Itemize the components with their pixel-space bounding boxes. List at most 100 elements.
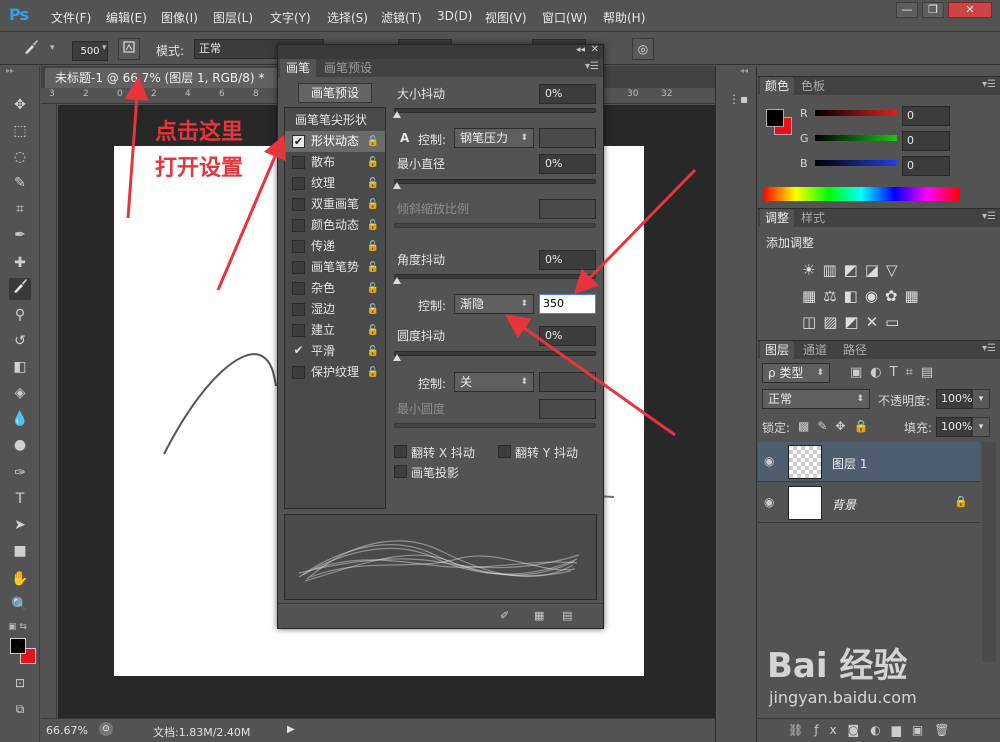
slider-thumb-icon[interactable] bbox=[393, 111, 401, 118]
size-jitter-input[interactable]: 0% bbox=[539, 84, 596, 104]
angle-jitter-input[interactable]: 0% bbox=[539, 250, 596, 270]
lock-icon[interactable]: 🔓 bbox=[367, 194, 379, 215]
close-button[interactable]: ✕ bbox=[948, 2, 992, 18]
lock-icon[interactable]: 🔓 bbox=[367, 257, 379, 278]
paint-bucket-tool-icon[interactable]: ◈ bbox=[9, 382, 31, 404]
option-color-dynamics[interactable]: 颜色动态 🔓 bbox=[285, 215, 385, 236]
lock-icon[interactable]: 🔓 bbox=[367, 362, 379, 383]
toggle-brush-panel-button[interactable] bbox=[118, 38, 140, 60]
flip-x-checkbox[interactable] bbox=[394, 445, 407, 458]
lookup-icon[interactable]: ▦ bbox=[905, 287, 926, 305]
layer-fill-input[interactable]: 100% bbox=[936, 417, 972, 437]
menu-3d[interactable]: 3D(D) bbox=[437, 9, 472, 23]
blend-mode-select[interactable]: 正常 ⬍ bbox=[762, 389, 870, 409]
quick-select-tool-icon[interactable]: ✎ bbox=[9, 172, 31, 194]
layer-row-background[interactable]: ◉ 背景 🔒 bbox=[758, 483, 980, 523]
layer-actions-icons[interactable]: ⛓ƒx◙◐▆▣🗑 bbox=[788, 723, 960, 737]
history-brush-tool-icon[interactable]: ↺ bbox=[9, 330, 31, 352]
quick-mask-icon[interactable]: ⊡ bbox=[9, 672, 31, 694]
photo-filter-icon[interactable]: ◉ bbox=[865, 287, 885, 305]
min-diameter-slider[interactable] bbox=[394, 179, 596, 184]
lock-icons[interactable]: ▩✎✥🔒 bbox=[798, 419, 876, 433]
default-colors-icon[interactable]: ▣ ⇆ bbox=[8, 622, 27, 632]
tab-color[interactable]: 颜色 bbox=[760, 77, 795, 95]
lock-icon[interactable]: 🔓 bbox=[367, 320, 379, 341]
layer-filter-select[interactable]: ρ 类型 ⬍ bbox=[762, 363, 830, 383]
channel-r-slider[interactable] bbox=[815, 110, 897, 116]
brush-tool-icon[interactable] bbox=[20, 38, 42, 60]
gradient-map-icon[interactable]: ▭ bbox=[885, 313, 906, 331]
tab-swatches[interactable]: 色板 bbox=[796, 77, 830, 95]
status-menu-arrow-icon[interactable]: ▶ bbox=[287, 724, 295, 735]
clone-stamp-tool-icon[interactable]: ⚲ bbox=[9, 304, 31, 326]
hue-icon[interactable]: ▦ bbox=[802, 287, 823, 305]
channel-g-input[interactable]: 0 bbox=[902, 131, 950, 151]
checkbox[interactable] bbox=[292, 282, 305, 295]
dock-collapse-icon[interactable]: ◂◂ bbox=[740, 66, 748, 75]
brush-picker-arrow-icon[interactable]: ▾ bbox=[102, 43, 107, 53]
fg-color-swatch-front[interactable] bbox=[766, 109, 784, 127]
size-jitter-slider[interactable] bbox=[394, 108, 596, 113]
checkbox[interactable] bbox=[292, 366, 305, 379]
lock-icon[interactable]: 🔓 bbox=[367, 173, 379, 194]
screen-mode-icon[interactable]: ⧉ bbox=[9, 698, 31, 720]
menu-filter[interactable]: 滤镜(T) bbox=[381, 9, 422, 26]
channel-g-slider[interactable] bbox=[815, 135, 897, 141]
lock-icon[interactable]: 🔓 bbox=[367, 341, 379, 362]
option-build-up[interactable]: 建立 🔓 bbox=[285, 320, 385, 341]
share-icon[interactable]: ⊙ bbox=[99, 722, 113, 736]
pen-tool-icon[interactable]: ✑ bbox=[9, 462, 31, 484]
crop-tool-icon[interactable]: ⌗ bbox=[9, 198, 31, 220]
color-spectrum-bar[interactable] bbox=[763, 187, 960, 201]
dodge-tool-icon[interactable]: ● bbox=[9, 434, 31, 456]
hand-tool-icon[interactable]: ✋ bbox=[9, 568, 31, 590]
lock-icon[interactable]: 🔓 bbox=[367, 236, 379, 257]
roundness-jitter-input[interactable]: 0% bbox=[539, 326, 596, 346]
history-panel-icon[interactable]: ⋮▪ bbox=[728, 92, 748, 112]
lock-icon[interactable]: 🔓 bbox=[367, 299, 379, 320]
checkbox[interactable] bbox=[292, 303, 305, 316]
blur-tool-icon[interactable]: 💧 bbox=[9, 408, 31, 430]
option-noise[interactable]: 杂色 🔓 bbox=[285, 278, 385, 299]
background-layer-name[interactable]: 背景 bbox=[832, 496, 856, 513]
lock-icon[interactable]: 🔓 bbox=[367, 215, 379, 236]
brush-tool-icon[interactable] bbox=[9, 278, 31, 300]
exposure-icon[interactable]: ◪ bbox=[865, 261, 886, 279]
brush-grid-icon[interactable]: ▦ bbox=[534, 609, 544, 622]
minimize-button[interactable]: — bbox=[896, 2, 918, 18]
tab-brush-presets[interactable]: 画笔预设 bbox=[318, 59, 378, 77]
lock-icon[interactable]: 🔓 bbox=[367, 131, 379, 152]
option-dual-brush[interactable]: 双重画笔 🔓 bbox=[285, 194, 385, 215]
vibrance-icon[interactable]: ▽ bbox=[886, 261, 905, 279]
checkbox-checked[interactable]: ✔ bbox=[292, 135, 305, 148]
checkbox-checked[interactable]: ✔ bbox=[292, 344, 305, 358]
control-select-1[interactable]: 钢笔压力 ⬍ bbox=[454, 128, 534, 148]
menu-image[interactable]: 图像(I) bbox=[161, 9, 198, 26]
tab-paths[interactable]: 路径 bbox=[838, 341, 872, 359]
roundness-jitter-slider[interactable] bbox=[394, 351, 596, 356]
panel-menu-icon[interactable]: ▾☰ bbox=[982, 343, 996, 354]
zoom-level[interactable]: 66.67% bbox=[46, 724, 88, 737]
tool-preset-arrow-icon[interactable]: ▾ bbox=[50, 43, 55, 53]
option-scattering[interactable]: 散布 🔓 bbox=[285, 152, 385, 173]
panel-menu-icon[interactable]: ▾☰ bbox=[982, 79, 996, 90]
tab-styles[interactable]: 样式 bbox=[796, 209, 830, 227]
menu-select[interactable]: 选择(S) bbox=[327, 9, 368, 26]
option-brush-pose[interactable]: 画笔笔势 🔓 bbox=[285, 257, 385, 278]
balance-icon[interactable]: ⚖ bbox=[823, 287, 843, 305]
panel-close-icon[interactable]: ✕ bbox=[591, 44, 599, 55]
brush-presets-button[interactable]: 画笔预设 bbox=[298, 83, 372, 103]
marquee-tool-icon[interactable]: ⬚ bbox=[9, 120, 31, 142]
control-select-3[interactable]: 关 ⬍ bbox=[454, 372, 534, 392]
layers-scrollbar[interactable] bbox=[982, 442, 996, 662]
slider-thumb-icon[interactable] bbox=[393, 277, 401, 284]
brush-projection-checkbox[interactable] bbox=[394, 465, 407, 478]
checkbox[interactable] bbox=[292, 177, 305, 190]
checkbox[interactable] bbox=[292, 240, 305, 253]
option-transfer[interactable]: 传递 🔓 bbox=[285, 236, 385, 257]
tab-adjustments[interactable]: 调整 bbox=[760, 209, 795, 227]
lock-icon[interactable]: 🔓 bbox=[367, 278, 379, 299]
checkbox[interactable] bbox=[292, 219, 305, 232]
tab-brush[interactable]: 画笔 bbox=[280, 59, 317, 77]
angle-jitter-slider[interactable] bbox=[394, 274, 596, 279]
